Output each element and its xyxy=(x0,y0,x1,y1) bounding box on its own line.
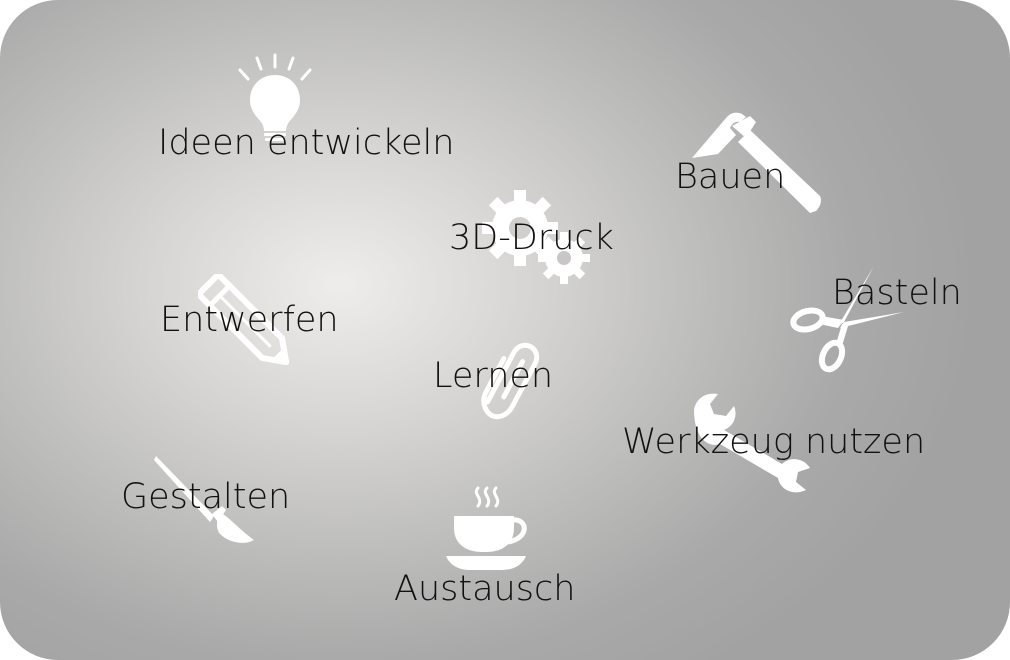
label-austausch: Austausch xyxy=(394,569,576,609)
label-bauen: Bauen xyxy=(675,157,786,197)
label-3d-druck: 3D-Druck xyxy=(449,218,614,258)
label-werkzeug-nutzen: Werkzeug nutzen xyxy=(622,422,926,462)
label-ideen-entwickeln: Ideen entwickeln xyxy=(158,123,455,163)
activity-board: Ideen entwickeln Bauen 3D-Druck Basteln … xyxy=(0,0,1010,660)
coffee-cup-icon xyxy=(446,484,534,570)
label-lernen: Lernen xyxy=(433,356,554,396)
label-basteln: Basteln xyxy=(832,273,962,313)
label-gestalten: Gestalten xyxy=(121,477,291,517)
label-entwerfen: Entwerfen xyxy=(160,300,339,340)
